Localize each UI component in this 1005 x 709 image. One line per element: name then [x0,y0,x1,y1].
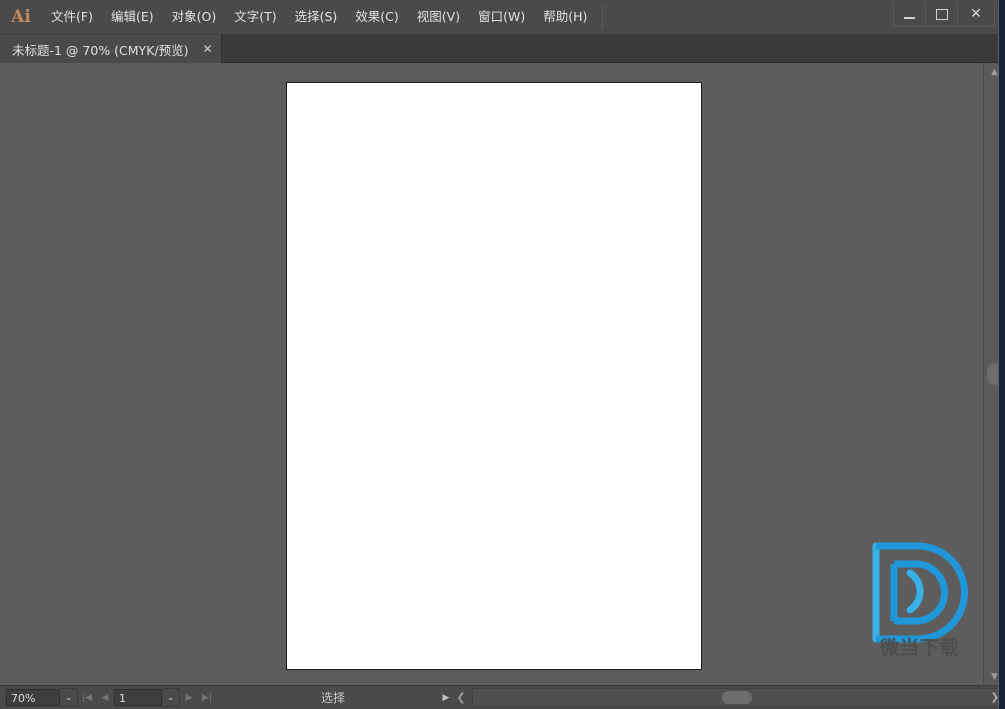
menu-bar: 文件(F) 编辑(E) 对象(O) 文字(T) 选择(S) 效果(C) 视图(V… [42,0,604,34]
page-dropdown-chevron-icon[interactable]: ⌄ [162,688,180,707]
prev-page-icon[interactable]: ◀ [96,688,114,707]
watermark-text: 微当下载 [879,637,960,659]
document-tab-bar: 未标题-1 @ 70% (CMYK/预览) ✕ [0,35,1005,63]
next-page-icon[interactable]: ▶ [180,688,198,707]
document-tab[interactable]: 未标题-1 @ 70% (CMYK/预览) ✕ [0,35,222,63]
tab-close-icon[interactable]: ✕ [202,43,212,55]
canvas-area[interactable]: 微当下载 [0,63,983,685]
minimize-icon [904,16,915,19]
horizontal-scrollbar-thumb[interactable] [722,691,752,704]
horizontal-scrollbar[interactable]: ❯ [472,688,1003,707]
menu-window[interactable]: 窗口(W) [469,5,534,29]
menu-file[interactable]: 文件(F) [42,5,102,29]
menu-select[interactable]: 选择(S) [286,5,347,29]
artboard[interactable] [286,82,702,670]
menu-effect[interactable]: 效果(C) [346,5,407,29]
app-logo-icon: Ai [11,7,31,27]
first-page-icon[interactable]: |◀ [78,688,96,707]
status-menu-arrow-icon[interactable]: ▶ [438,693,454,703]
menu-type[interactable]: 文字(T) [225,5,285,29]
desktop-background-edge [999,0,1005,709]
menu-edit[interactable]: 编辑(E) [102,5,163,29]
watermark-logo-icon [872,542,968,643]
minimize-button[interactable] [894,2,926,26]
menu-object[interactable]: 对象(O) [163,5,226,29]
status-tool-label[interactable]: 选择 [228,689,438,706]
page-number-input[interactable]: 1 [114,689,162,706]
zoom-level-input[interactable]: 70% [6,689,60,706]
maximize-button[interactable] [926,2,958,26]
menu-help[interactable]: 帮助(H) [534,5,596,29]
illustrator-window: Ai 文件(F) 编辑(E) 对象(O) 文字(T) 选择(S) 效果(C) 视… [0,0,1005,709]
zoom-dropdown-chevron-icon[interactable]: ⌄ [60,688,78,707]
title-menu-bar: Ai 文件(F) 编辑(E) 对象(O) 文字(T) 选择(S) 效果(C) 视… [0,0,1005,35]
scroll-left-icon[interactable]: ❮ [454,691,468,704]
window-controls: ✕ [893,2,995,27]
status-bar: 70% ⌄ |◀ ◀ 1 ⌄ ▶ ▶| 选择 ▶ ❮ ❯ [0,685,1005,709]
document-tab-label: 未标题-1 @ 70% (CMYK/预览) [12,42,189,58]
menu-divider [602,5,604,29]
close-icon: ✕ [970,6,982,22]
menu-view[interactable]: 视图(V) [408,5,469,29]
close-button[interactable]: ✕ [958,2,994,26]
last-page-icon[interactable]: ▶| [198,688,216,707]
maximize-icon [935,8,948,20]
